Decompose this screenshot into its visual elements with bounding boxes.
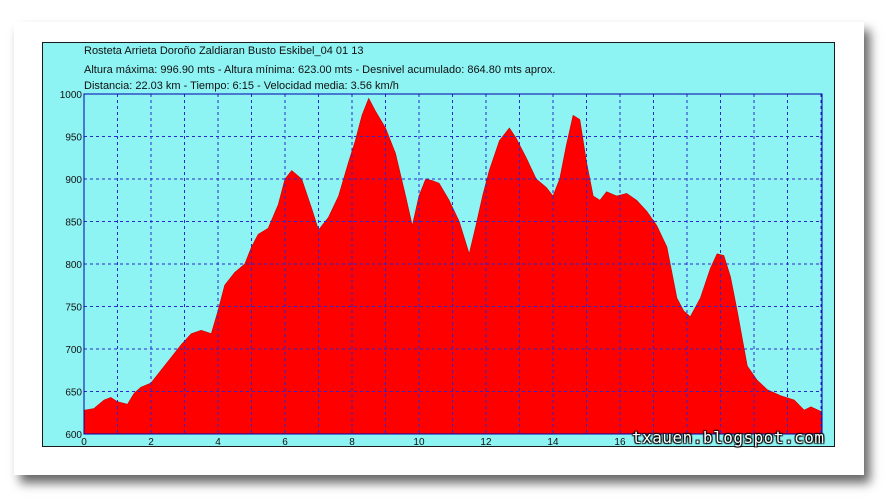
y-tick-label: 900 bbox=[65, 175, 82, 186]
x-tick-label: 0 bbox=[81, 437, 87, 448]
y-tick-label: 600 bbox=[65, 430, 82, 441]
x-tick-label: 8 bbox=[349, 437, 355, 448]
x-tick-label: 4 bbox=[215, 437, 221, 448]
y-tick-label: 700 bbox=[65, 345, 82, 356]
x-tick-label: 6 bbox=[282, 437, 288, 448]
x-tick-label: 10 bbox=[413, 437, 425, 448]
y-tick-label: 750 bbox=[65, 303, 82, 314]
y-tick-label: 800 bbox=[65, 260, 82, 271]
y-tick-label: 850 bbox=[65, 218, 82, 229]
watermark: txauen.blogspot.com bbox=[632, 428, 825, 447]
x-tick-label: 14 bbox=[547, 437, 559, 448]
y-tick-label: 650 bbox=[65, 388, 82, 399]
x-tick-label: 12 bbox=[480, 437, 492, 448]
x-tick-label: 16 bbox=[614, 437, 626, 448]
x-tick-label: 2 bbox=[148, 437, 154, 448]
y-tick-label: 950 bbox=[65, 133, 82, 144]
y-tick-label: 1000 bbox=[60, 90, 83, 101]
elevation-chart: 600 650 700 750 800 850 900 950 1000 0 2 4 6 8 10 12 14 1… bbox=[60, 90, 823, 448]
